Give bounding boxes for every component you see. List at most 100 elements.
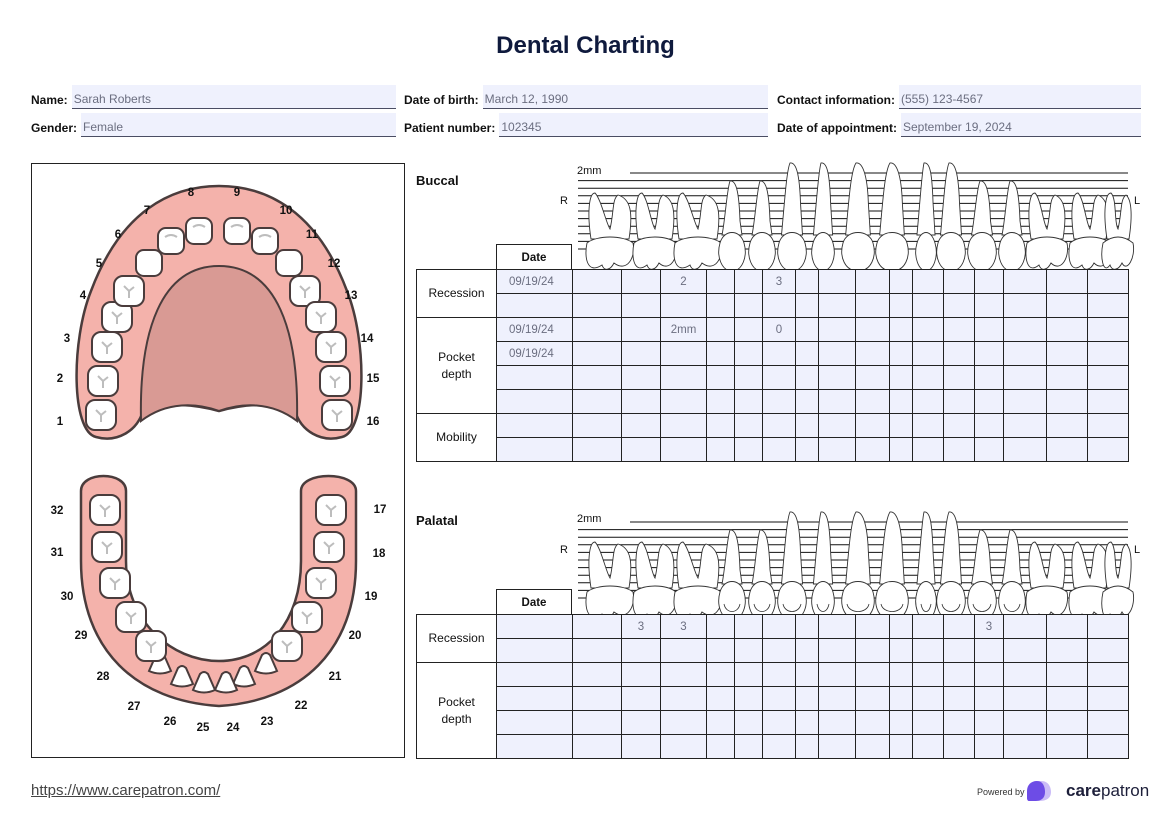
- tooth-cell[interactable]: [762, 413, 796, 438]
- date-cell[interactable]: [496, 413, 573, 438]
- tooth-cell[interactable]: [572, 437, 622, 462]
- tooth-cell[interactable]: [1046, 686, 1088, 711]
- tooth-cell[interactable]: 2mm: [660, 317, 707, 342]
- tooth-cell[interactable]: [943, 269, 975, 294]
- date-cell[interactable]: [496, 437, 573, 462]
- tooth-cell[interactable]: [974, 365, 1004, 390]
- tooth-cell[interactable]: [660, 437, 707, 462]
- tooth-cell[interactable]: [1087, 437, 1129, 462]
- tooth-cell[interactable]: [572, 614, 622, 639]
- tooth-cell[interactable]: [943, 341, 975, 366]
- tooth-cell[interactable]: [1046, 710, 1088, 735]
- tooth-cell[interactable]: [912, 365, 944, 390]
- tooth-cell[interactable]: [889, 413, 913, 438]
- lower-tooth-icon[interactable]: [91, 531, 123, 563]
- tooth-cell[interactable]: [660, 293, 707, 318]
- date-cell[interactable]: [496, 365, 573, 390]
- date-cell[interactable]: [496, 638, 573, 663]
- tooth-cell[interactable]: [855, 341, 890, 366]
- tooth-cell[interactable]: [706, 389, 735, 414]
- tooth-cell[interactable]: [660, 686, 707, 711]
- tooth-cell[interactable]: 3: [974, 614, 1004, 639]
- tooth-cell[interactable]: [734, 269, 763, 294]
- tooth-cell[interactable]: [762, 710, 796, 735]
- tooth-cell[interactable]: [943, 413, 975, 438]
- tooth-cell[interactable]: [1046, 293, 1088, 318]
- lower-tooth-icon[interactable]: [115, 601, 147, 633]
- tooth-cell[interactable]: [795, 437, 819, 462]
- tooth-cell[interactable]: 3: [660, 614, 707, 639]
- tooth-cell[interactable]: [1046, 437, 1088, 462]
- tooth-cell[interactable]: [912, 686, 944, 711]
- tooth-cell[interactable]: [706, 413, 735, 438]
- tooth-cell[interactable]: [734, 710, 763, 735]
- tooth-cell[interactable]: [889, 662, 913, 687]
- tooth-cell[interactable]: [795, 662, 819, 687]
- lower-tooth-icon[interactable]: [291, 601, 323, 633]
- tooth-cell[interactable]: [762, 341, 796, 366]
- tooth-cell[interactable]: [572, 686, 622, 711]
- tooth-cell[interactable]: [1087, 734, 1129, 759]
- tooth-cell[interactable]: [621, 638, 661, 663]
- tooth-cell[interactable]: [1087, 638, 1129, 663]
- tooth-cell[interactable]: [889, 686, 913, 711]
- tooth-cell[interactable]: [912, 341, 944, 366]
- tooth-cell[interactable]: [795, 269, 819, 294]
- tooth-cell[interactable]: [706, 317, 735, 342]
- tooth-cell[interactable]: [572, 638, 622, 663]
- tooth-cell[interactable]: [818, 437, 856, 462]
- tooth-cell[interactable]: [795, 389, 819, 414]
- tooth-cell[interactable]: [706, 365, 735, 390]
- tooth-cell[interactable]: [974, 638, 1004, 663]
- tooth-cell[interactable]: [1003, 638, 1047, 663]
- tooth-cell[interactable]: [912, 710, 944, 735]
- tooth-cell[interactable]: [818, 317, 856, 342]
- tooth-cell[interactable]: [1003, 662, 1047, 687]
- patient-number-input[interactable]: 102345: [499, 113, 768, 137]
- tooth-cell[interactable]: [1046, 365, 1088, 390]
- tooth-cell[interactable]: [734, 614, 763, 639]
- tooth-cell[interactable]: [762, 638, 796, 663]
- tooth-cell[interactable]: [572, 710, 622, 735]
- tooth-cell[interactable]: [1003, 437, 1047, 462]
- dob-input[interactable]: March 12, 1990: [482, 85, 768, 109]
- tooth-cell[interactable]: [572, 317, 622, 342]
- tooth-cell[interactable]: [795, 365, 819, 390]
- tooth-cell[interactable]: [943, 293, 975, 318]
- tooth-cell[interactable]: [1003, 734, 1047, 759]
- upper-tooth-icon[interactable]: [157, 227, 185, 255]
- tooth-cell[interactable]: [572, 662, 622, 687]
- tooth-cell[interactable]: [818, 614, 856, 639]
- tooth-cell[interactable]: [1003, 341, 1047, 366]
- tooth-cell[interactable]: [621, 293, 661, 318]
- upper-tooth-icon[interactable]: [135, 249, 163, 277]
- tooth-cell[interactable]: [818, 389, 856, 414]
- gender-input[interactable]: Female: [81, 113, 396, 137]
- tooth-cell[interactable]: [1087, 710, 1129, 735]
- upper-tooth-icon[interactable]: [223, 217, 251, 245]
- tooth-cell[interactable]: [706, 614, 735, 639]
- tooth-cell[interactable]: [762, 437, 796, 462]
- date-cell[interactable]: [496, 614, 573, 639]
- tooth-cell[interactable]: [943, 686, 975, 711]
- tooth-cell[interactable]: [660, 365, 707, 390]
- tooth-cell[interactable]: [855, 317, 890, 342]
- tooth-cell[interactable]: 0: [762, 317, 796, 342]
- tooth-cell[interactable]: [1087, 662, 1129, 687]
- tooth-cell[interactable]: [818, 638, 856, 663]
- upper-tooth-icon[interactable]: [185, 217, 213, 245]
- tooth-cell[interactable]: [660, 638, 707, 663]
- tooth-cell[interactable]: [974, 734, 1004, 759]
- tooth-cell[interactable]: [795, 341, 819, 366]
- tooth-cell[interactable]: [1046, 341, 1088, 366]
- tooth-cell[interactable]: [734, 662, 763, 687]
- tooth-cell[interactable]: [734, 389, 763, 414]
- tooth-cell[interactable]: [1087, 341, 1129, 366]
- tooth-cell[interactable]: [1046, 317, 1088, 342]
- tooth-cell[interactable]: [1087, 614, 1129, 639]
- upper-tooth-icon[interactable]: [113, 275, 145, 307]
- tooth-cell[interactable]: [974, 293, 1004, 318]
- tooth-cell[interactable]: [660, 341, 707, 366]
- tooth-cell[interactable]: [621, 686, 661, 711]
- tooth-cell[interactable]: [1003, 686, 1047, 711]
